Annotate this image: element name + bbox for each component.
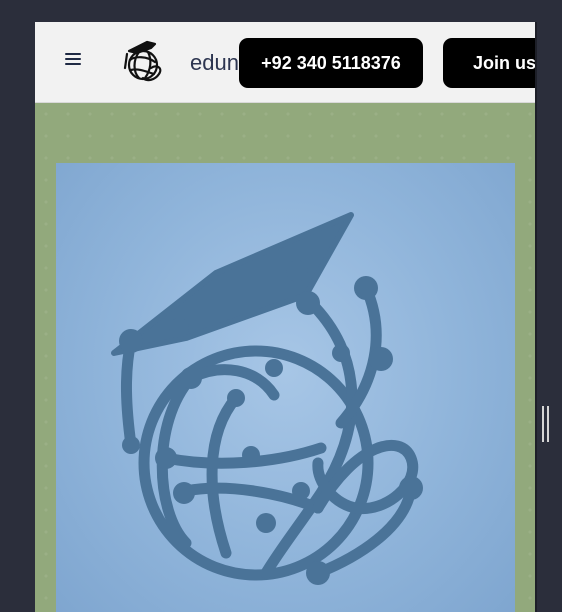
hero-section <box>35 103 535 612</box>
panel-divider <box>535 22 537 612</box>
logo-icon[interactable] <box>121 38 165 86</box>
graduation-globe-icon <box>111 212 423 585</box>
site-header: edun +92 340 5118376 Join us <box>35 22 535 103</box>
join-us-button[interactable]: Join us <box>443 38 535 88</box>
right-panel <box>535 22 562 612</box>
brand-name[interactable]: edun <box>190 50 239 76</box>
browser-viewport: edun +92 340 5118376 Join us <box>35 22 535 612</box>
hero-image-card <box>56 163 515 612</box>
phone-button[interactable]: +92 340 5118376 <box>239 38 423 88</box>
resize-handle[interactable] <box>541 406 551 442</box>
menu-icon[interactable] <box>65 53 81 69</box>
